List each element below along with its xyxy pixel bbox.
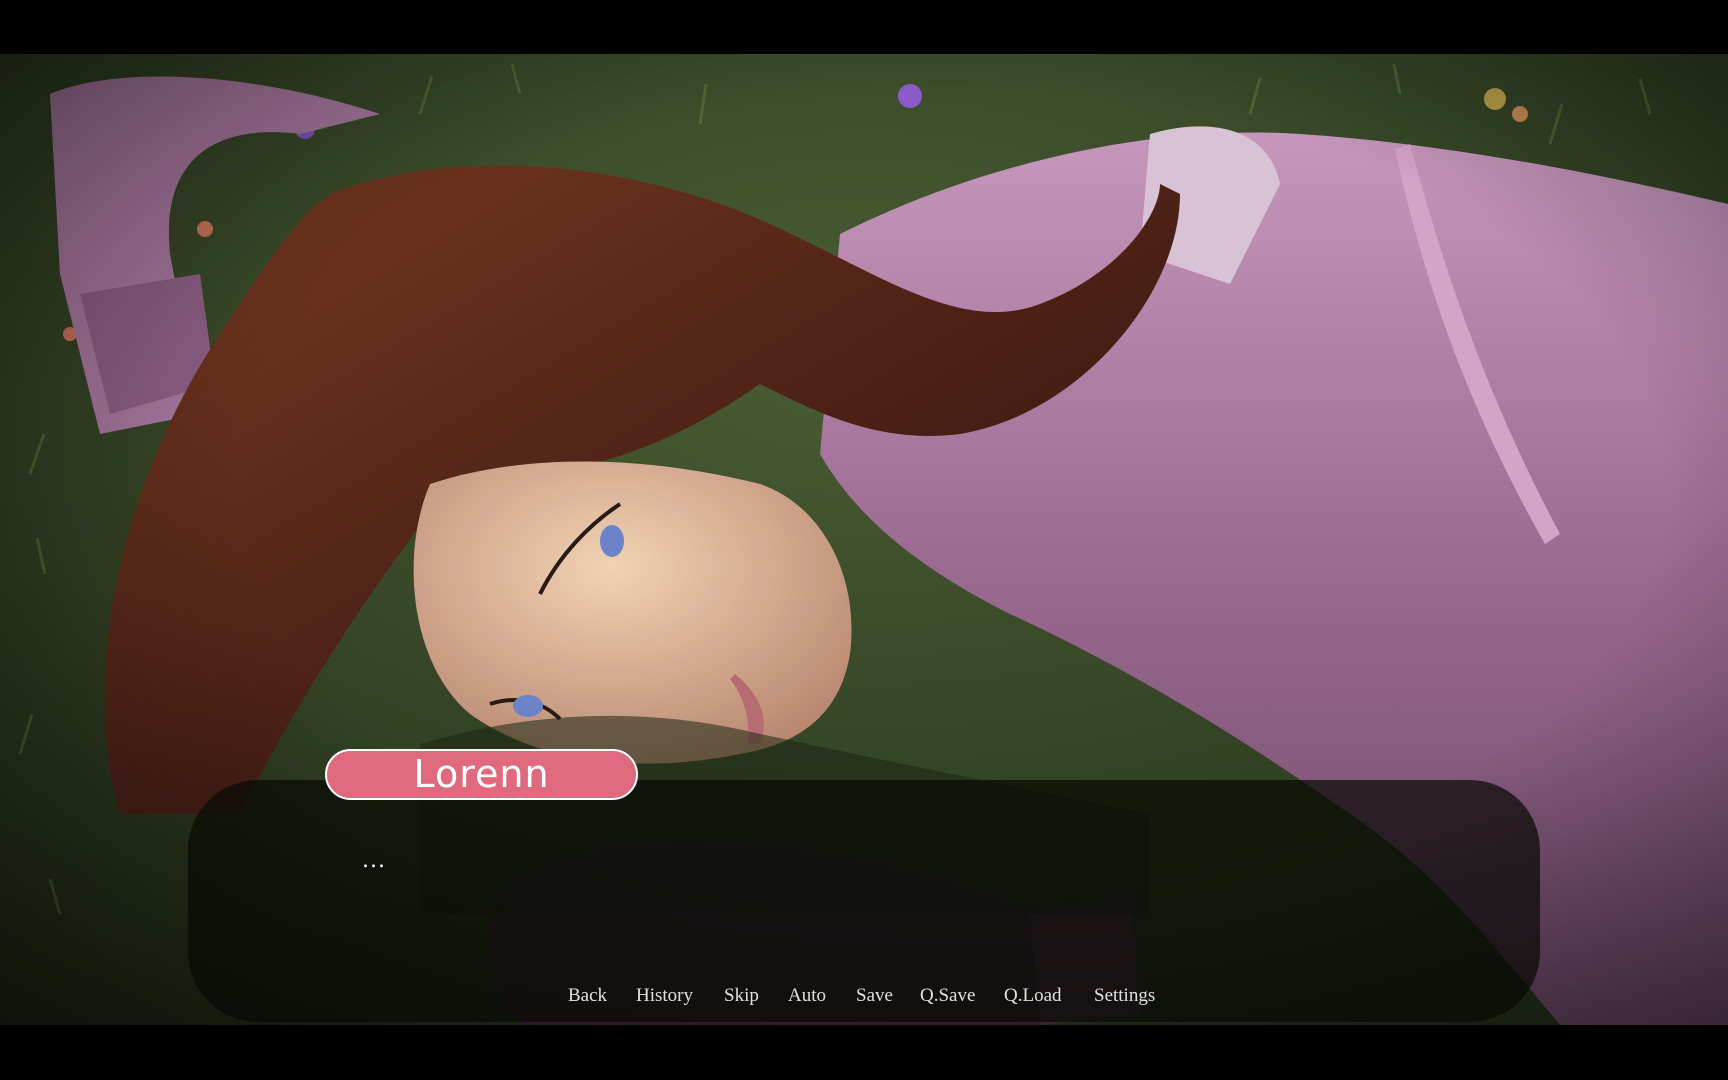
settings-button[interactable]: Settings <box>1094 983 1155 1009</box>
quick-load-button[interactable]: Q.Load <box>1004 983 1062 1009</box>
skip-button[interactable]: Skip <box>724 983 759 1009</box>
history-button[interactable]: History <box>636 983 693 1009</box>
auto-button[interactable]: Auto <box>788 983 826 1009</box>
save-button[interactable]: Save <box>856 983 893 1009</box>
quick-save-button[interactable]: Q.Save <box>920 983 975 1009</box>
back-button[interactable]: Back <box>568 983 607 1009</box>
game-screen[interactable]: Lorenn ... Back History Skip Auto Save Q… <box>0 0 1728 1080</box>
speaker-name: Lorenn <box>413 752 550 796</box>
dialogue-text: ... <box>362 848 386 873</box>
speaker-namebox: Lorenn <box>325 749 638 800</box>
